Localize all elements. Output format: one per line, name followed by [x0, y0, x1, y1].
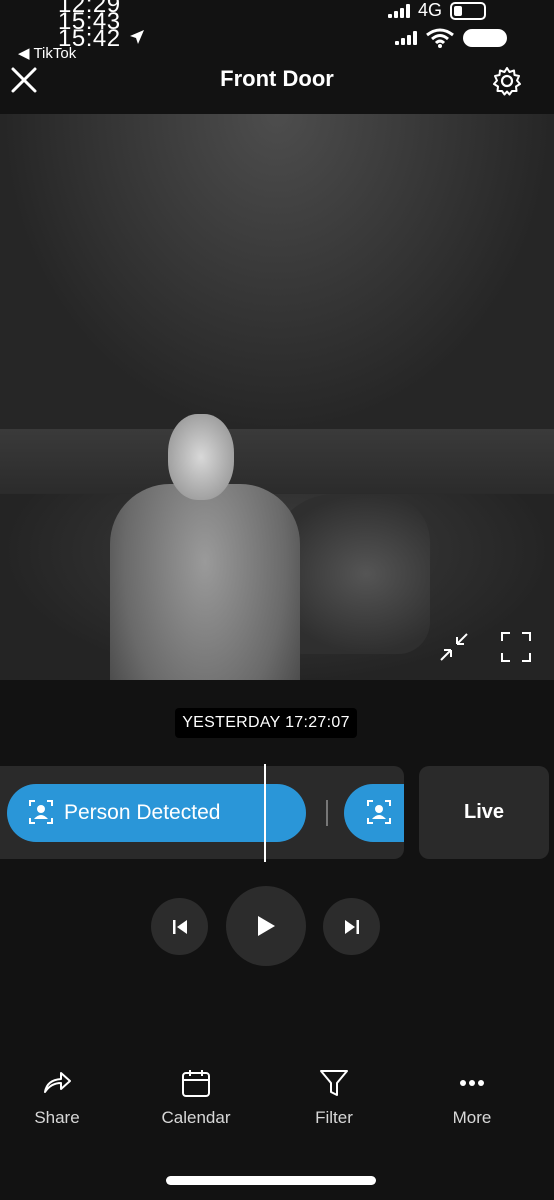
location-arrow-icon	[130, 30, 144, 44]
page-title: Front Door	[220, 66, 334, 91]
video-sky	[0, 114, 554, 434]
next-event-button[interactable]	[323, 898, 380, 955]
signal-icon	[395, 31, 417, 45]
video-person	[110, 484, 300, 680]
status-right-bottom	[395, 28, 507, 48]
calendar-icon	[182, 1070, 210, 1097]
event-chip-label: Person Detected	[64, 801, 221, 824]
more-label: More	[452, 1108, 492, 1127]
back-to-app-link[interactable]: ◀ TikTok	[18, 44, 76, 62]
battery-icon	[450, 1, 487, 20]
battery-icon	[463, 29, 507, 47]
camera-feed[interactable]	[0, 114, 554, 680]
status-times: 12:29 15:43 15:42	[58, 0, 121, 51]
back-app-label: TikTok	[33, 45, 77, 62]
play-button[interactable]	[226, 886, 306, 966]
filter-icon	[320, 1070, 348, 1096]
calendar-button[interactable]: Calendar	[141, 1068, 251, 1128]
skip-back-icon	[172, 919, 187, 934]
share-button[interactable]: Share	[2, 1068, 112, 1128]
more-button[interactable]: More	[417, 1068, 527, 1128]
play-icon	[258, 916, 275, 936]
network-type: 4G	[418, 0, 443, 20]
minimize-icon[interactable]	[437, 630, 471, 664]
gear-icon[interactable]	[492, 66, 522, 96]
event-timestamp: YESTERDAY 17:27:07	[175, 708, 357, 738]
share-label: Share	[34, 1108, 80, 1127]
filter-button[interactable]: Filter	[279, 1068, 389, 1128]
home-indicator[interactable]	[166, 1176, 376, 1185]
fullscreen-icon[interactable]	[499, 630, 533, 664]
person-detected-icon	[29, 800, 53, 824]
share-icon	[44, 1072, 71, 1093]
timeline-playhead[interactable]	[264, 764, 266, 862]
video-person-head	[168, 414, 234, 500]
person-detected-icon	[367, 800, 391, 824]
skip-forward-icon	[344, 919, 359, 934]
filter-label: Filter	[315, 1108, 353, 1127]
video-houses	[0, 429, 554, 499]
calendar-label: Calendar	[161, 1108, 231, 1127]
live-button[interactable]: Live	[419, 766, 549, 859]
more-icon	[460, 1080, 484, 1086]
wifi-icon	[426, 28, 454, 48]
signal-icon	[388, 3, 410, 18]
status-bar: 12:29 15:43 15:42 ◀ TikTok 4G	[0, 0, 554, 62]
timeline-divider	[326, 800, 328, 826]
back-triangle-icon: ◀	[18, 45, 30, 62]
status-right-top: 4G	[388, 0, 487, 21]
previous-event-button[interactable]	[151, 898, 208, 955]
